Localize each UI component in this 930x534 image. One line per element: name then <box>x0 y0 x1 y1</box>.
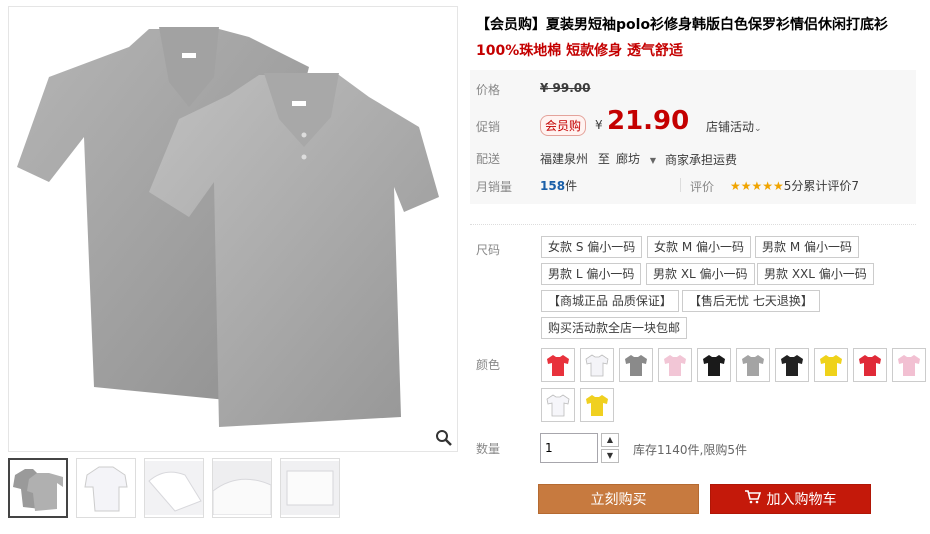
thumbnail-grey-polo[interactable] <box>8 458 68 518</box>
color-swatch[interactable] <box>580 348 614 382</box>
promo-price: 21.90 <box>607 106 690 136</box>
size-option[interactable]: 女款 S 偏小一码 <box>541 236 643 258</box>
color-label: 颜色 <box>476 358 501 372</box>
thumbnail-white-detail-2[interactable] <box>212 458 272 518</box>
tshirt-icon <box>742 355 764 376</box>
main-product-image[interactable] <box>8 6 458 452</box>
color-swatch[interactable] <box>814 348 848 382</box>
color-swatch[interactable] <box>736 348 770 382</box>
color-swatch[interactable] <box>619 348 653 382</box>
thumbnail-white-detail-1[interactable] <box>144 458 204 518</box>
cart-icon <box>744 490 761 508</box>
store-event-label: 店铺活动 <box>706 120 755 134</box>
rating-text: 5分累计评价7 <box>783 179 860 193</box>
product-subtitle: 100%珠地棉 短款修身 透气舒适 <box>476 43 683 59</box>
thumbnail-white-polo[interactable] <box>76 458 136 518</box>
color-swatch[interactable] <box>775 348 809 382</box>
buy-now-label: 立刻购买 <box>590 492 647 508</box>
color-swatch[interactable] <box>853 348 887 382</box>
monthly-sales-count: 158 <box>540 179 566 193</box>
size-option[interactable]: 男款 XXL 偏小一码 <box>757 263 874 285</box>
size-label: 尺码 <box>476 243 501 257</box>
product-title: 【会员购】夏装男短袖polo衫修身韩版白色保罗衫情侣休闲打底衫 <box>476 17 889 33</box>
original-price: ¥ 99.00 <box>540 81 591 95</box>
size-option[interactable]: 购买活动款全店一块包邮 <box>541 317 688 339</box>
quantity-input[interactable] <box>540 433 598 463</box>
currency-symbol: ¥ <box>595 118 603 132</box>
size-option[interactable]: 男款 XL 偏小一码 <box>646 263 755 285</box>
size-option[interactable]: 男款 L 偏小一码 <box>541 263 642 285</box>
stock-info: 库存1140件,限购5件 <box>633 443 747 457</box>
size-option[interactable]: 【售后无忧 七天退换】 <box>682 290 820 312</box>
size-option[interactable]: 女款 M 偏小一码 <box>647 236 751 258</box>
color-swatch[interactable] <box>580 388 614 422</box>
tshirt-icon <box>585 354 609 377</box>
chevron-down-icon: ⌄ <box>754 124 762 134</box>
store-event-dropdown[interactable]: 店铺活动⌄ <box>706 118 762 135</box>
color-swatch[interactable] <box>892 348 926 382</box>
tshirt-icon <box>547 355 569 376</box>
color-swatch[interactable] <box>697 348 731 382</box>
star-rating-icon: ★★★★★ <box>730 179 784 193</box>
add-to-cart-button[interactable]: 加入购物车 <box>710 484 871 514</box>
price-label: 价格 <box>476 83 501 97</box>
size-option[interactable]: 【商城正品 品质保证】 <box>541 290 679 312</box>
shipping-fee: 商家承担运费 <box>665 153 738 167</box>
ship-to: 廊坊 <box>616 152 641 166</box>
tshirt-icon <box>781 355 803 376</box>
ship-to-word: 至 <box>597 152 610 166</box>
divider <box>680 178 681 192</box>
tshirt-icon <box>820 355 842 376</box>
promo-label: 促销 <box>476 120 501 134</box>
tshirt-icon <box>898 355 920 376</box>
tshirt-icon <box>859 355 881 376</box>
color-swatch[interactable] <box>658 348 692 382</box>
divider-line <box>470 224 916 225</box>
thumbnail-white-detail-3[interactable] <box>280 458 340 518</box>
size-option[interactable]: 男款 M 偏小一码 <box>755 236 859 258</box>
dropdown-arrow-icon: ▼ <box>649 156 656 165</box>
thumbnail-strip <box>8 458 340 518</box>
color-swatch[interactable] <box>541 348 575 382</box>
destination-selector[interactable]: 廊坊 ▼ <box>616 150 656 167</box>
quantity-increase-button[interactable]: ▲ <box>601 433 619 447</box>
rating-link[interactable]: ★★★★★5分累计评价7 <box>730 177 859 194</box>
tshirt-icon <box>586 395 608 416</box>
magnifier-icon[interactable] <box>435 429 453 447</box>
tshirt-icon <box>703 355 725 376</box>
tshirt-icon <box>625 355 647 376</box>
tshirt-icon <box>664 355 686 376</box>
rating-label: 评价 <box>690 180 715 194</box>
monthly-sales-label: 月销量 <box>476 180 513 194</box>
monthly-sales-unit: 件 <box>565 179 578 193</box>
quantity-decrease-button[interactable]: ▼ <box>601 449 619 463</box>
ship-from: 福建泉州 <box>540 152 589 166</box>
member-badge: 会员购 <box>540 115 587 136</box>
shipping-label: 配送 <box>476 152 501 166</box>
tshirt-icon <box>546 394 570 417</box>
polo-shirts-image <box>17 27 439 427</box>
quantity-label: 数量 <box>476 442 501 456</box>
add-to-cart-label: 加入购物车 <box>766 492 837 508</box>
buy-now-button[interactable]: 立刻购买 <box>538 484 699 514</box>
color-swatch[interactable] <box>541 388 575 422</box>
